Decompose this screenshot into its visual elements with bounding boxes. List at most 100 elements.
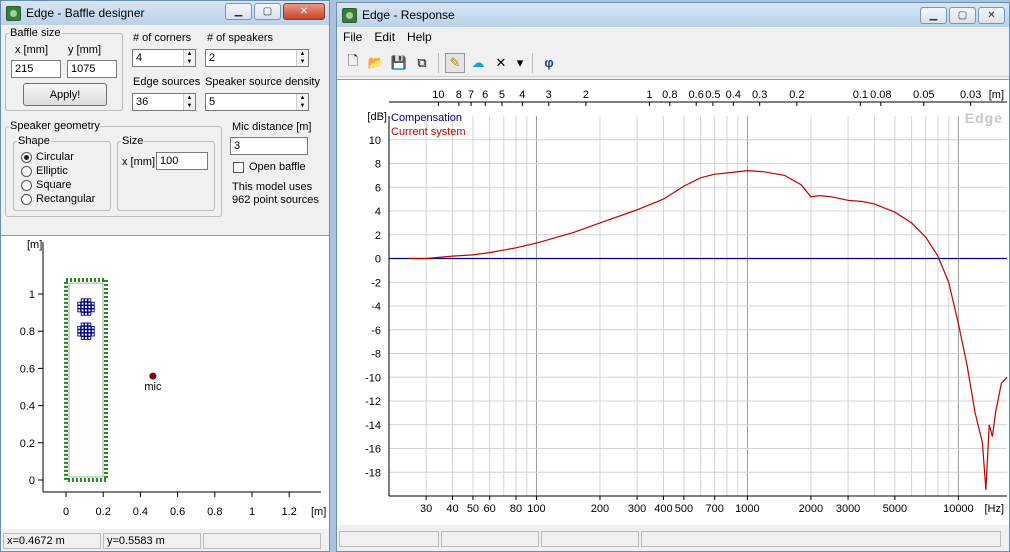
- minimize-button[interactable]: ▁: [920, 7, 947, 24]
- status-x-coordinate: x=0.4672 m: [3, 533, 101, 549]
- open-baffle-checkbox[interactable]: Open baffle: [233, 161, 306, 173]
- menu-file[interactable]: File: [337, 30, 368, 44]
- menu-edit[interactable]: Edit: [368, 30, 401, 44]
- shape-radio-elliptic[interactable]: Elliptic: [21, 165, 68, 177]
- x-tick-label: 2000: [799, 503, 823, 515]
- app-icon: [342, 7, 357, 23]
- speaker-source-point: [90, 325, 95, 330]
- maximize-button[interactable]: ▢: [949, 7, 976, 24]
- x-tick-label: 700: [706, 503, 724, 515]
- dropdown-arrow-icon[interactable]: ▾: [514, 53, 526, 73]
- top-tick-label: 5: [499, 89, 505, 101]
- top-tick-label: 6: [482, 89, 488, 101]
- top-tick-label: 8: [456, 89, 462, 101]
- baffle-y-input[interactable]: 1075: [67, 60, 117, 78]
- new-file-icon[interactable]: 🗋: [343, 53, 363, 73]
- top-tick-label: 4: [519, 89, 525, 101]
- x-tick-label: 40: [446, 503, 458, 515]
- speaker-source-point: [87, 298, 92, 303]
- baffle-titlebar[interactable]: Edge - Baffle designer ▁ ▢ ✕: [1, 1, 329, 25]
- speaker-source-point: [80, 308, 85, 313]
- response-plot[interactable]: Edge 10 8 6 4 2 0 -2 -4 -6 -8 -10 -12 -14 -16 -18 [dB] 30…: [337, 79, 1009, 525]
- edge-sources-spinner[interactable]: 36 ▲ ▼: [132, 93, 196, 111]
- open-baffle-label: Open baffle: [249, 161, 306, 173]
- close-icon: ✕: [987, 10, 996, 21]
- y-tick-label: 2: [375, 230, 381, 242]
- pencil-icon[interactable]: ✎: [445, 52, 465, 73]
- y-tick-label: 0.8: [20, 326, 35, 338]
- app-icon: [6, 5, 21, 21]
- minimize-button[interactable]: ▁: [225, 3, 252, 20]
- speaker-density-spin-arrows[interactable]: ▲ ▼: [296, 94, 308, 110]
- baffle-window-title: Edge - Baffle designer: [26, 6, 145, 20]
- corners-label: # of corners: [133, 32, 192, 44]
- x-tick-label: 300: [628, 503, 646, 515]
- x-axis-label: [Hz]: [984, 503, 1004, 515]
- shape-radio-label: Square: [36, 179, 72, 191]
- y-tick-label: -12: [365, 396, 381, 408]
- speaker-source-point: [87, 322, 92, 327]
- x-tick-label: 1: [249, 506, 255, 518]
- speaker-source-point: [90, 305, 95, 309]
- baffle-x-input[interactable]: 215: [11, 60, 61, 78]
- corners-spinner[interactable]: 4 ▲ ▼: [132, 49, 196, 67]
- response-titlebar[interactable]: Edge - Response ▁ ▢ ✕: [337, 3, 1009, 27]
- corners-spin-arrows[interactable]: ▲ ▼: [183, 50, 195, 66]
- status-pane-1: [339, 531, 439, 547]
- minimize-icon: ▁: [929, 10, 938, 21]
- shape-radio-rectangular[interactable]: Rectangular: [21, 193, 95, 205]
- response-chart: Edge1086420-2-4-6-8-10-12-14-16-18[dB]30…: [365, 89, 1008, 515]
- top-tick-label: 0.03: [960, 89, 981, 101]
- radio-icon: [21, 179, 32, 191]
- checkbox-unchecked-icon: [233, 161, 244, 173]
- copy-icon[interactable]: ⧉: [412, 53, 432, 73]
- network-icon[interactable]: ☁: [468, 53, 488, 73]
- shape-radio-square[interactable]: Square: [21, 179, 71, 191]
- apply-button[interactable]: Apply!: [23, 83, 107, 106]
- shape-legend: Shape: [18, 135, 50, 147]
- top-tick-label: 0.3: [752, 89, 767, 101]
- delete-icon[interactable]: ✕: [491, 53, 511, 73]
- y-tick-label: 0.6: [20, 363, 35, 375]
- speakers-spin-arrows[interactable]: ▲ ▼: [296, 50, 308, 66]
- edge-watermark: Edge: [965, 110, 1003, 126]
- maximize-icon: ▢: [957, 10, 968, 21]
- edge-sources-label: Edge sources: [133, 76, 201, 88]
- speaker-source-point: [77, 308, 82, 313]
- y-tick-label: -8: [371, 349, 381, 361]
- top-tick-label: 2: [583, 89, 589, 101]
- mic-marker[interactable]: [149, 372, 157, 380]
- x-tick-label: 60: [484, 503, 496, 515]
- speakers-label: # of speakers: [207, 32, 274, 44]
- y-tick-label: 1: [29, 289, 35, 301]
- close-button[interactable]: ✕: [283, 3, 325, 20]
- baffle-plot[interactable]: [m] [m] 0 0.2 0.4 0.6 0.8 1 1.2 0 0.2 0.4 0.6 0.8 1 mic: [1, 235, 329, 529]
- y-tick-label: -2: [371, 277, 381, 289]
- size-x-input[interactable]: 100: [156, 152, 208, 170]
- edge-sources-spin-arrows[interactable]: ▲ ▼: [183, 94, 195, 110]
- shape-radio-circular[interactable]: Circular: [21, 151, 74, 163]
- menu-help[interactable]: Help: [401, 30, 438, 44]
- response-menubar: File Edit Help: [337, 27, 1009, 47]
- toolbar-separator: [438, 52, 439, 73]
- save-icon[interactable]: 💾: [389, 53, 409, 73]
- speaker-source-point: [87, 311, 92, 316]
- maximize-button[interactable]: ▢: [254, 3, 281, 20]
- speakers-spinner[interactable]: 2 ▲ ▼: [205, 49, 309, 67]
- status-y-coordinate: y=0.5583 m: [103, 533, 201, 549]
- mic-distance-input[interactable]: 3: [230, 137, 308, 155]
- model-info-line2: 962 point sources: [232, 194, 319, 206]
- speaker-source-point: [84, 329, 88, 334]
- baffle-y-label: y [mm]: [68, 44, 101, 56]
- speaker-density-spinner[interactable]: 5 ▲ ▼: [205, 93, 309, 111]
- phase-icon[interactable]: φ: [539, 53, 559, 73]
- top-tick-label: 0.1: [853, 89, 868, 101]
- open-folder-icon[interactable]: 📂: [366, 53, 386, 73]
- close-button[interactable]: ✕: [978, 7, 1005, 24]
- speaker-source-point: [84, 301, 88, 306]
- speaker-source-point: [80, 305, 85, 309]
- speaker-source-point: [84, 336, 88, 340]
- mic-distance-label: Mic distance [m]: [232, 121, 312, 133]
- speaker-density-value: 5: [209, 96, 216, 108]
- x-tick-label: 5000: [883, 503, 907, 515]
